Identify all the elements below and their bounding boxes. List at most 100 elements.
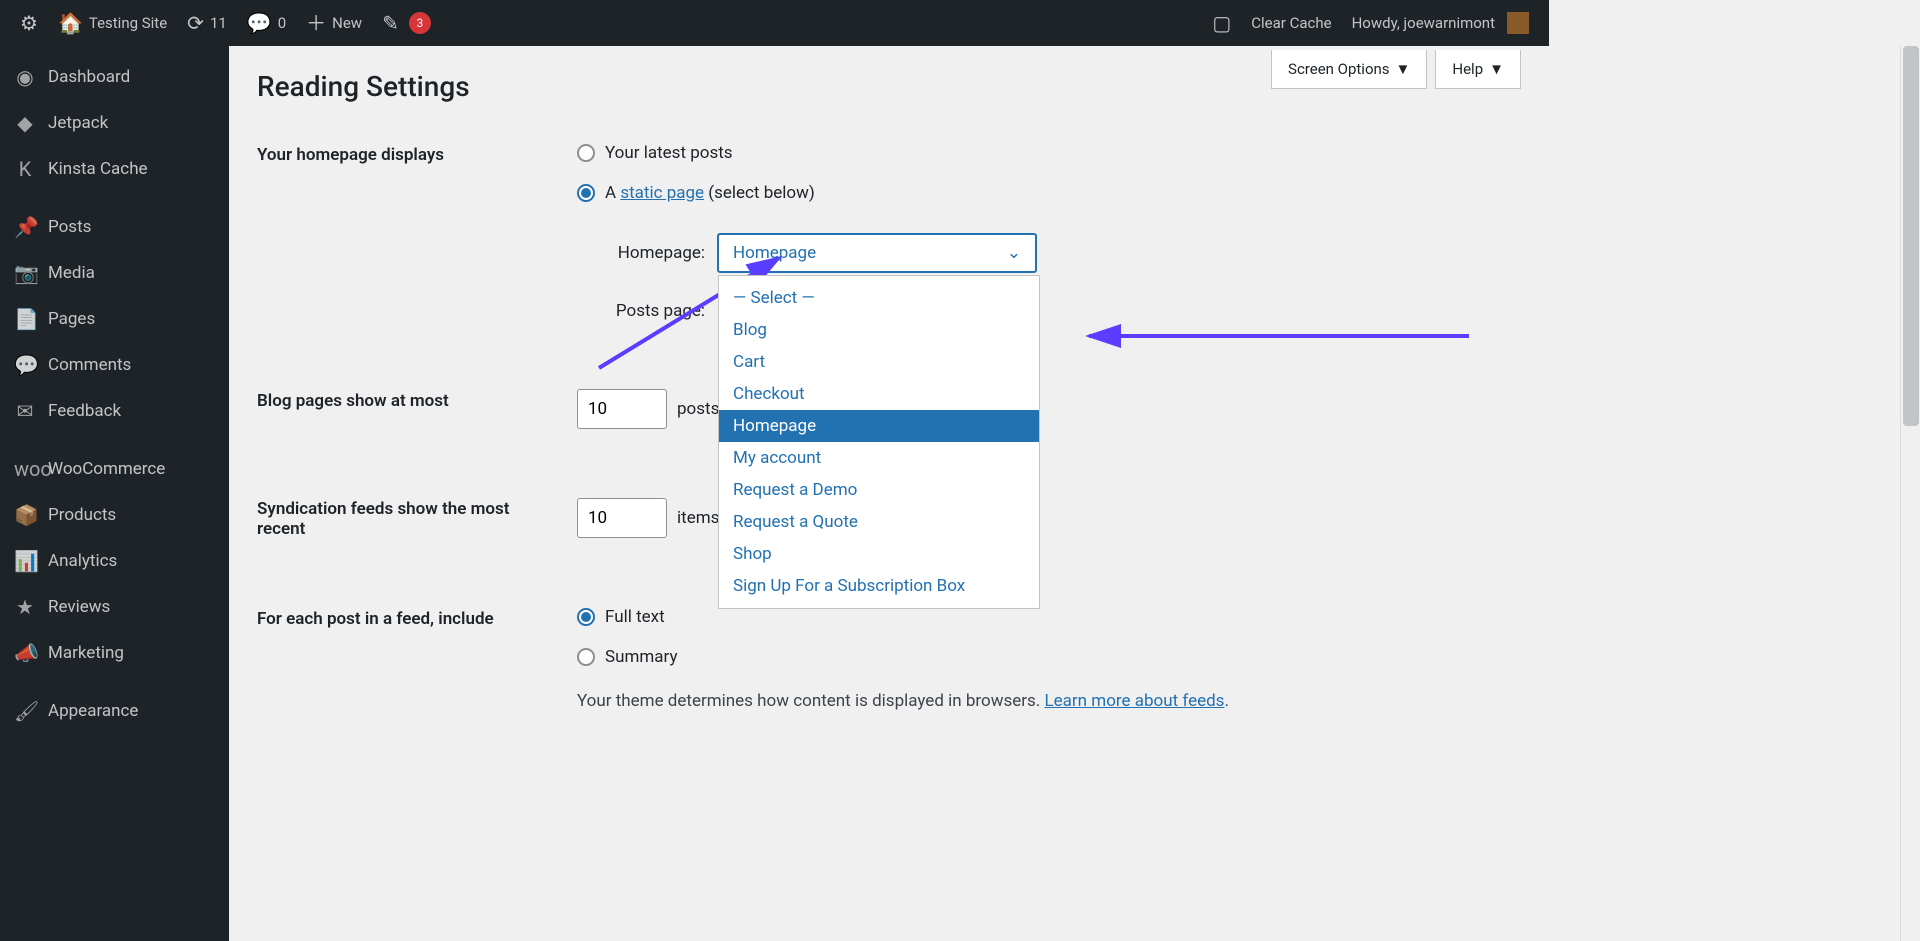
blog-pages-input[interactable] <box>577 389 667 429</box>
sidebar-item-appearance[interactable]: 🖌Appearance <box>0 688 229 734</box>
dropdown-option[interactable]: My account <box>719 442 1039 474</box>
site-home[interactable]: 🏠 Testing Site <box>48 0 177 46</box>
admin-sidebar: ◉ Dashboard ◆ Jetpack KKinsta Cache 📌Posts📷Me… <box>0 46 229 941</box>
radio-label: Full text <box>605 607 665 627</box>
comments-icon: 💬 <box>14 355 36 375</box>
my-account[interactable]: Howdy, joewarnimont <box>1342 0 1539 46</box>
new-label: New <box>332 14 362 32</box>
site-name: Testing Site <box>89 14 167 32</box>
vertical-scrollbar[interactable] <box>1900 46 1920 941</box>
screen-options-label: Screen Options <box>1288 60 1390 78</box>
clear-cache-label: Clear Cache <box>1251 14 1331 32</box>
static-page-link[interactable]: static page <box>620 183 704 203</box>
radio-static-page[interactable]: A static page (select below) <box>577 183 1317 203</box>
feedback-icon: ✉ <box>14 401 36 421</box>
blog-pages-unit: posts <box>677 399 719 419</box>
yoast-icon: ✎ <box>382 13 399 33</box>
sidebar-item-label: Dashboard <box>48 67 130 87</box>
sidebar-item-products[interactable]: 📦 Products <box>0 492 229 538</box>
plus-icon: ＋ <box>306 13 326 33</box>
text: . <box>1224 691 1228 711</box>
admin-toolbar: ⚙ 🏠Testing Site ⟳11 💬0 ＋New ✎3 ▢ Clear C… <box>0 0 1549 46</box>
notifications-icon[interactable]: ▢ <box>1202 0 1241 46</box>
dashboard-icon: ◉ <box>14 67 36 87</box>
chevron-down-icon: ▼ <box>1489 60 1504 78</box>
comments-count: 0 <box>278 14 286 32</box>
radio-label: Your latest posts <box>605 143 733 163</box>
sidebar-item-pages[interactable]: 📄 Pages <box>0 296 229 342</box>
help-tab[interactable]: Help ▼ <box>1435 50 1521 89</box>
text: Your theme determines how content is dis… <box>577 691 1045 711</box>
products-icon: 📦 <box>14 505 36 525</box>
comment-icon: 💬 <box>247 13 272 33</box>
dropdown-option[interactable]: Request a Quote <box>719 506 1039 538</box>
sidebar-item-label: Reviews <box>48 597 110 617</box>
homepage-select-label: Homepage: <box>605 243 705 263</box>
sidebar-item-reviews[interactable]: ★Reviews <box>0 584 229 630</box>
sidebar-item-posts[interactable]: 📌Posts <box>0 204 229 250</box>
marketing-icon: 📣 <box>14 643 36 663</box>
clear-cache[interactable]: Clear Cache <box>1241 0 1341 46</box>
sidebar-item-comments[interactable]: 💬 Comments <box>0 342 229 388</box>
update-icon: ⟳ <box>187 13 204 33</box>
blog-pages-label: Blog pages show at most <box>257 389 557 429</box>
sidebar-item-label: Media <box>48 263 95 283</box>
howdy-text: Howdy, joewarnimont <box>1352 14 1495 32</box>
radio-icon <box>577 648 595 666</box>
text: (select below) <box>704 183 815 203</box>
comments-bubble[interactable]: 💬0 <box>237 0 296 46</box>
jetpack-icon: ◆ <box>14 113 36 133</box>
sidebar-item-woocommerce[interactable]: wooWooCommerce <box>0 446 229 492</box>
feed-note: Your theme determines how content is dis… <box>577 691 1317 711</box>
radio-latest-posts[interactable]: Your latest posts <box>577 143 1317 163</box>
sidebar-item-label: Comments <box>48 355 131 375</box>
syndication-unit: items <box>677 508 719 528</box>
bell-icon: ▢ <box>1212 13 1231 33</box>
screen-options-tab[interactable]: Screen Options ▼ <box>1271 50 1427 89</box>
feeds-learn-more-link[interactable]: Learn more about feeds <box>1045 691 1225 711</box>
sidebar-item-marketing[interactable]: 📣 Marketing <box>0 630 229 676</box>
homepage-select[interactable]: Homepage ⌄ — Select —BlogCartCheckoutHom… <box>717 233 1037 273</box>
sidebar-item-label: Pages <box>48 309 95 329</box>
avatar <box>1507 12 1529 34</box>
feed-include-label: For each post in a feed, include <box>257 607 557 711</box>
dropdown-option[interactable]: Blog <box>719 314 1039 346</box>
new-content[interactable]: ＋ New <box>296 0 372 46</box>
sidebar-item-label: Products <box>48 505 116 525</box>
sidebar-item-kinsta-cache[interactable]: KKinsta Cache <box>0 146 229 192</box>
home-icon: 🏠 <box>58 13 83 33</box>
dropdown-option[interactable]: Cart <box>719 346 1039 378</box>
pages-icon: 📄 <box>14 309 36 329</box>
updates[interactable]: ⟳11 <box>177 0 237 46</box>
yoast-seo[interactable]: ✎3 <box>372 0 441 46</box>
analytics-icon: 📊 <box>14 551 36 571</box>
postspage-select-label: Posts page: <box>605 301 705 321</box>
radio-icon <box>577 184 595 202</box>
radio-icon <box>577 144 595 162</box>
radio-full-text[interactable]: Full text <box>577 607 1317 627</box>
dropdown-option[interactable]: Homepage <box>719 410 1039 442</box>
sidebar-item-label: Marketing <box>48 643 124 663</box>
chevron-down-icon: ▼ <box>1396 60 1411 78</box>
sidebar-item-dashboard[interactable]: ◉ Dashboard <box>0 54 229 100</box>
wp-logo[interactable]: ⚙ <box>10 0 48 46</box>
dropdown-option[interactable]: Shop <box>719 538 1039 570</box>
scrollbar-thumb[interactable] <box>1903 46 1919 426</box>
sidebar-item-label: Jetpack <box>48 113 108 133</box>
dropdown-option[interactable]: Checkout <box>719 378 1039 410</box>
sidebar-item-analytics[interactable]: 📊Analytics <box>0 538 229 584</box>
wordpress-icon: ⚙ <box>20 13 38 33</box>
kinsta-icon: K <box>14 159 36 179</box>
radio-summary[interactable]: Summary <box>577 647 1317 667</box>
dropdown-option[interactable]: Sign Up For a Subscription Box <box>719 570 1039 602</box>
sidebar-item-jetpack[interactable]: ◆ Jetpack <box>0 100 229 146</box>
sidebar-item-feedback[interactable]: ✉Feedback <box>0 388 229 434</box>
appearance-icon: 🖌 <box>14 701 36 721</box>
help-label: Help <box>1452 60 1483 78</box>
sidebar-item-media[interactable]: 📷Media <box>0 250 229 296</box>
dropdown-option[interactable]: Request a Demo <box>719 474 1039 506</box>
select-value: Homepage <box>733 243 816 263</box>
syndication-input[interactable] <box>577 498 667 538</box>
content-area: Screen Options ▼ Help ▼ Reading Settings… <box>229 46 1549 941</box>
dropdown-option[interactable]: — Select — <box>719 282 1039 314</box>
